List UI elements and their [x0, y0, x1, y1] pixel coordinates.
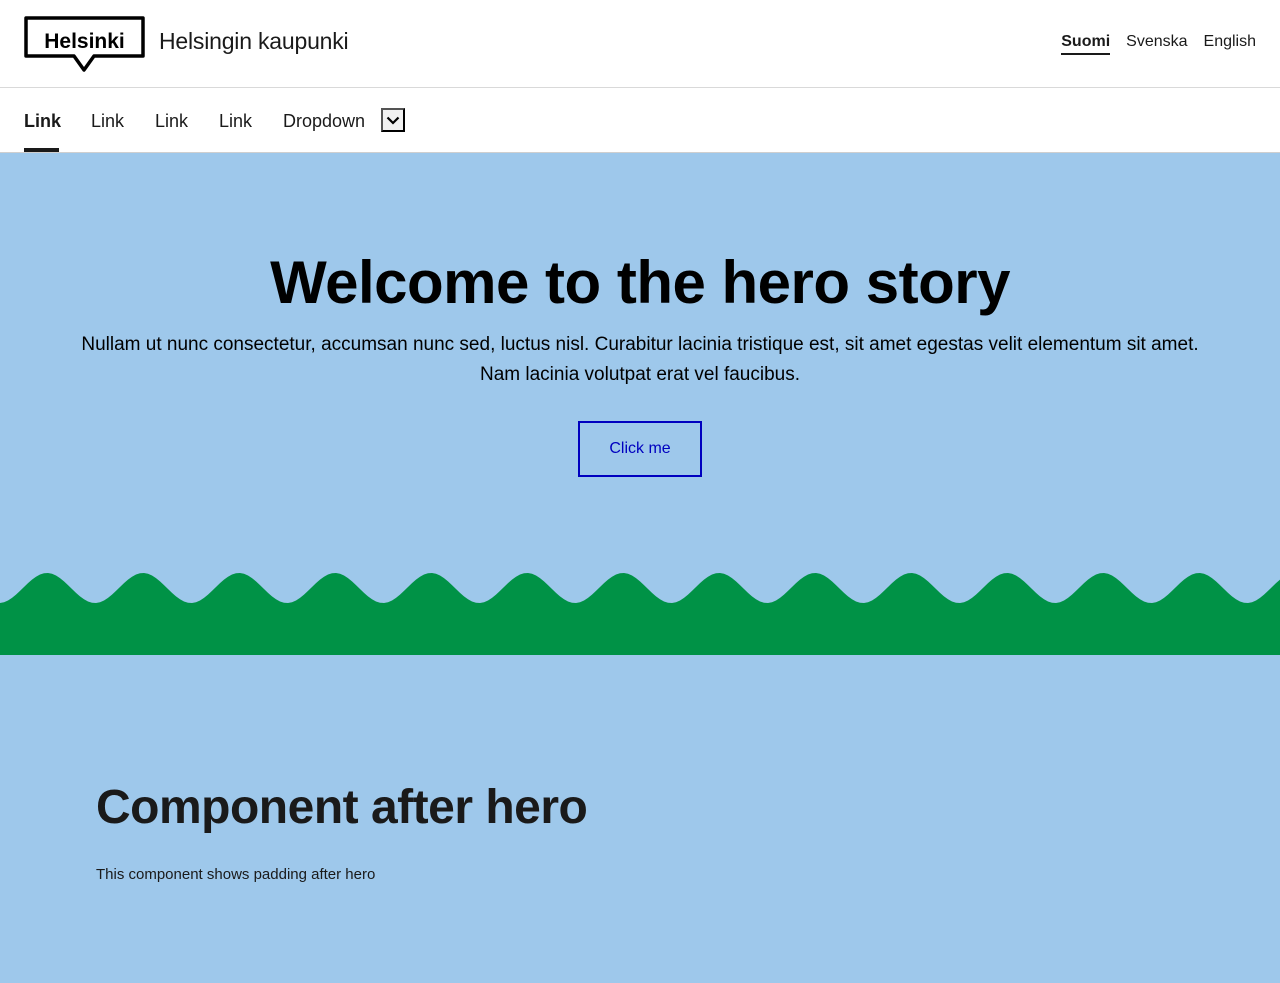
nav-link-4[interactable]: Link: [219, 111, 252, 132]
active-nav-indicator: [24, 148, 59, 152]
hero-click-button[interactable]: Click me: [578, 421, 702, 477]
language-suomi[interactable]: Suomi: [1061, 33, 1111, 55]
after-hero-text: This component shows padding after hero: [96, 866, 376, 883]
language-selector: Suomi Svenska English: [1061, 33, 1256, 55]
chevron-down-icon: [386, 116, 400, 125]
language-english[interactable]: English: [1204, 33, 1256, 55]
hero-section: Welcome to the hero story Nullam ut nunc…: [0, 153, 1280, 573]
dropdown-toggle-button[interactable]: [381, 108, 405, 132]
nav-link-1[interactable]: Link: [24, 111, 61, 132]
nav-dropdown[interactable]: Dropdown: [283, 111, 365, 132]
site-title: Helsingin kaupunki: [159, 28, 349, 54]
helsinki-logo[interactable]: Helsinki: [24, 16, 145, 72]
hero-title: Welcome to the hero story: [270, 249, 1010, 316]
after-hero-title: Component after hero: [96, 781, 588, 834]
hero-text: Nullam ut nunc consectetur, accumsan nun…: [81, 334, 1199, 385]
nav-link-3[interactable]: Link: [155, 111, 188, 132]
after-hero-section: Component after hero This component show…: [0, 655, 1280, 983]
koros-wave-decoration: [0, 573, 1280, 656]
language-svenska[interactable]: Svenska: [1126, 33, 1187, 55]
main-navigation: Link Link Link Link Dropdown: [0, 88, 1280, 153]
header-top: Helsinki Helsingin kaupunki Suomi Svensk…: [0, 0, 1280, 88]
nav-link-2[interactable]: Link: [91, 111, 124, 132]
logo-text: Helsinki: [44, 30, 125, 53]
